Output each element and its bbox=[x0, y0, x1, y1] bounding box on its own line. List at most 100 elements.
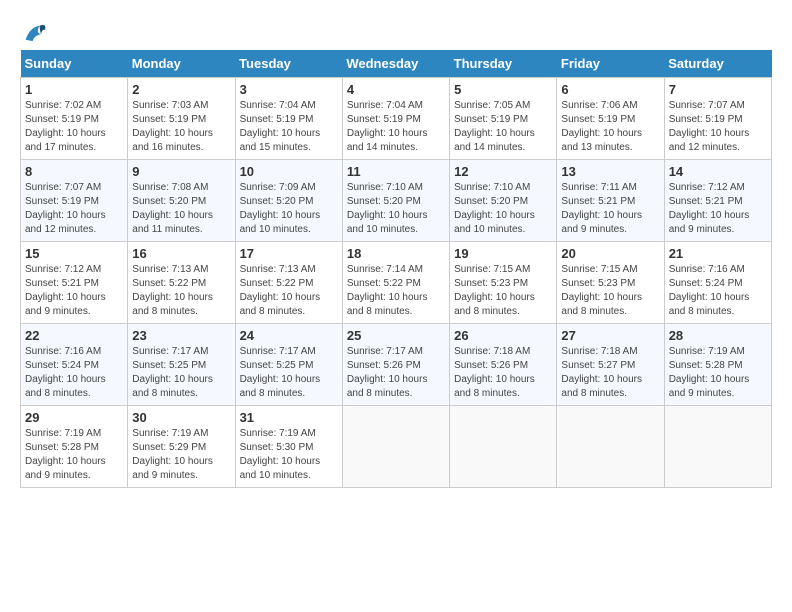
calendar-cell: 27 Sunrise: 7:18 AMSunset: 5:27 PMDayligh… bbox=[557, 324, 664, 406]
weekday-header-monday: Monday bbox=[128, 50, 235, 78]
day-info: Sunrise: 7:19 AMSunset: 5:28 PMDaylight:… bbox=[669, 345, 767, 401]
calendar-table: SundayMondayTuesdayWednesdayThursdayFrid… bbox=[20, 50, 772, 488]
day-number: 9 bbox=[132, 164, 230, 179]
day-number: 22 bbox=[25, 328, 123, 343]
day-number: 4 bbox=[347, 82, 445, 97]
day-info: Sunrise: 7:10 AMSunset: 5:20 PMDaylight:… bbox=[454, 181, 552, 237]
weekday-header-friday: Friday bbox=[557, 50, 664, 78]
logo-bird-icon bbox=[20, 20, 48, 44]
day-info: Sunrise: 7:06 AMSunset: 5:19 PMDaylight:… bbox=[561, 99, 659, 155]
day-info: Sunrise: 7:03 AMSunset: 5:19 PMDaylight:… bbox=[132, 99, 230, 155]
day-info: Sunrise: 7:07 AMSunset: 5:19 PMDaylight:… bbox=[25, 181, 123, 237]
day-info: Sunrise: 7:08 AMSunset: 5:20 PMDaylight:… bbox=[132, 181, 230, 237]
day-info: Sunrise: 7:02 AMSunset: 5:19 PMDaylight:… bbox=[25, 99, 123, 155]
calendar-cell: 26Sunrise: 7:18 AMSunset: 5:26 PMDayligh… bbox=[450, 324, 557, 406]
day-number: 11 bbox=[347, 164, 445, 179]
day-number: 20 bbox=[561, 246, 659, 261]
day-info: Sunrise: 7:17 AMSunset: 5:25 PMDaylight:… bbox=[132, 345, 230, 401]
page-header bbox=[20, 20, 772, 44]
day-info: Sunrise: 7:07 AMSunset: 5:19 PMDaylight:… bbox=[669, 99, 767, 155]
weekday-header-tuesday: Tuesday bbox=[235, 50, 342, 78]
day-number: 2 bbox=[132, 82, 230, 97]
calendar-cell: 12 Sunrise: 7:10 AMSunset: 5:20 PMDayligh… bbox=[450, 160, 557, 242]
calendar-week-row: 8 Sunrise: 7:07 AMSunset: 5:19 PMDaylight… bbox=[21, 160, 772, 242]
calendar-cell bbox=[342, 406, 449, 488]
calendar-cell: 30 Sunrise: 7:19 AMSunset: 5:29 PMDayligh… bbox=[128, 406, 235, 488]
calendar-cell: 8 Sunrise: 7:07 AMSunset: 5:19 PMDaylight… bbox=[21, 160, 128, 242]
day-info: Sunrise: 7:19 AMSunset: 5:28 PMDaylight:… bbox=[25, 427, 123, 483]
day-number: 17 bbox=[240, 246, 338, 261]
calendar-cell: 3Sunrise: 7:04 AMSunset: 5:19 PMDaylight… bbox=[235, 78, 342, 160]
weekday-header-saturday: Saturday bbox=[664, 50, 771, 78]
calendar-cell: 2 Sunrise: 7:03 AMSunset: 5:19 PMDaylight… bbox=[128, 78, 235, 160]
day-info: Sunrise: 7:19 AMSunset: 5:30 PMDaylight:… bbox=[240, 427, 338, 483]
calendar-cell: 19 Sunrise: 7:15 AMSunset: 5:23 PMDayligh… bbox=[450, 242, 557, 324]
day-info: Sunrise: 7:19 AMSunset: 5:29 PMDaylight:… bbox=[132, 427, 230, 483]
day-number: 12 bbox=[454, 164, 552, 179]
day-number: 15 bbox=[25, 246, 123, 261]
calendar-cell: 28Sunrise: 7:19 AMSunset: 5:28 PMDayligh… bbox=[664, 324, 771, 406]
day-number: 7 bbox=[669, 82, 767, 97]
logo bbox=[20, 20, 52, 44]
day-number: 10 bbox=[240, 164, 338, 179]
day-number: 27 bbox=[561, 328, 659, 343]
calendar-cell: 11 Sunrise: 7:10 AMSunset: 5:20 PMDayligh… bbox=[342, 160, 449, 242]
day-number: 19 bbox=[454, 246, 552, 261]
day-info: Sunrise: 7:17 AMSunset: 5:25 PMDaylight:… bbox=[240, 345, 338, 401]
day-number: 13 bbox=[561, 164, 659, 179]
calendar-cell: 24 Sunrise: 7:17 AMSunset: 5:25 PMDayligh… bbox=[235, 324, 342, 406]
calendar-cell bbox=[450, 406, 557, 488]
day-info: Sunrise: 7:17 AMSunset: 5:26 PMDaylight:… bbox=[347, 345, 445, 401]
day-number: 31 bbox=[240, 410, 338, 425]
calendar-week-row: 15 Sunrise: 7:12 AMSunset: 5:21 PMDayligh… bbox=[21, 242, 772, 324]
calendar-header-row: SundayMondayTuesdayWednesdayThursdayFrid… bbox=[21, 50, 772, 78]
day-info: Sunrise: 7:13 AMSunset: 5:22 PMDaylight:… bbox=[132, 263, 230, 319]
day-info: Sunrise: 7:15 AMSunset: 5:23 PMDaylight:… bbox=[561, 263, 659, 319]
calendar-week-row: 22 Sunrise: 7:16 AMSunset: 5:24 PMDayligh… bbox=[21, 324, 772, 406]
day-number: 29 bbox=[25, 410, 123, 425]
weekday-header-wednesday: Wednesday bbox=[342, 50, 449, 78]
weekday-header-sunday: Sunday bbox=[21, 50, 128, 78]
day-number: 21 bbox=[669, 246, 767, 261]
calendar-cell bbox=[664, 406, 771, 488]
calendar-cell: 13 Sunrise: 7:11 AMSunset: 5:21 PMDayligh… bbox=[557, 160, 664, 242]
day-info: Sunrise: 7:18 AMSunset: 5:27 PMDaylight:… bbox=[561, 345, 659, 401]
day-number: 24 bbox=[240, 328, 338, 343]
calendar-cell: 17Sunrise: 7:13 AMSunset: 5:22 PMDayligh… bbox=[235, 242, 342, 324]
day-info: Sunrise: 7:04 AMSunset: 5:19 PMDaylight:… bbox=[347, 99, 445, 155]
calendar-cell: 23Sunrise: 7:17 AMSunset: 5:25 PMDayligh… bbox=[128, 324, 235, 406]
day-number: 3 bbox=[240, 82, 338, 97]
day-number: 1 bbox=[25, 82, 123, 97]
day-info: Sunrise: 7:12 AMSunset: 5:21 PMDaylight:… bbox=[669, 181, 767, 237]
day-number: 16 bbox=[132, 246, 230, 261]
day-number: 8 bbox=[25, 164, 123, 179]
day-number: 14 bbox=[669, 164, 767, 179]
calendar-cell: 4 Sunrise: 7:04 AMSunset: 5:19 PMDaylight… bbox=[342, 78, 449, 160]
calendar-cell: 6 Sunrise: 7:06 AMSunset: 5:19 PMDaylight… bbox=[557, 78, 664, 160]
calendar-cell: 25 Sunrise: 7:17 AMSunset: 5:26 PMDayligh… bbox=[342, 324, 449, 406]
day-info: Sunrise: 7:10 AMSunset: 5:20 PMDaylight:… bbox=[347, 181, 445, 237]
calendar-cell: 9 Sunrise: 7:08 AMSunset: 5:20 PMDaylight… bbox=[128, 160, 235, 242]
day-number: 25 bbox=[347, 328, 445, 343]
calendar-week-row: 29 Sunrise: 7:19 AMSunset: 5:28 PMDayligh… bbox=[21, 406, 772, 488]
calendar-cell: 7 Sunrise: 7:07 AMSunset: 5:19 PMDaylight… bbox=[664, 78, 771, 160]
calendar-cell: 20 Sunrise: 7:15 AMSunset: 5:23 PMDayligh… bbox=[557, 242, 664, 324]
calendar-cell: 29 Sunrise: 7:19 AMSunset: 5:28 PMDayligh… bbox=[21, 406, 128, 488]
calendar-cell: 22 Sunrise: 7:16 AMSunset: 5:24 PMDayligh… bbox=[21, 324, 128, 406]
day-info: Sunrise: 7:15 AMSunset: 5:23 PMDaylight:… bbox=[454, 263, 552, 319]
calendar-cell: 15 Sunrise: 7:12 AMSunset: 5:21 PMDayligh… bbox=[21, 242, 128, 324]
calendar-cell: 1 Sunrise: 7:02 AMSunset: 5:19 PMDaylight… bbox=[21, 78, 128, 160]
day-number: 6 bbox=[561, 82, 659, 97]
day-number: 30 bbox=[132, 410, 230, 425]
day-info: Sunrise: 7:14 AMSunset: 5:22 PMDaylight:… bbox=[347, 263, 445, 319]
day-info: Sunrise: 7:12 AMSunset: 5:21 PMDaylight:… bbox=[25, 263, 123, 319]
day-info: Sunrise: 7:11 AMSunset: 5:21 PMDaylight:… bbox=[561, 181, 659, 237]
day-number: 5 bbox=[454, 82, 552, 97]
day-info: Sunrise: 7:05 AMSunset: 5:19 PMDaylight:… bbox=[454, 99, 552, 155]
day-info: Sunrise: 7:18 AMSunset: 5:26 PMDaylight:… bbox=[454, 345, 552, 401]
calendar-cell: 5 Sunrise: 7:05 AMSunset: 5:19 PMDaylight… bbox=[450, 78, 557, 160]
calendar-cell: 18Sunrise: 7:14 AMSunset: 5:22 PMDayligh… bbox=[342, 242, 449, 324]
day-info: Sunrise: 7:16 AMSunset: 5:24 PMDaylight:… bbox=[25, 345, 123, 401]
day-info: Sunrise: 7:16 AMSunset: 5:24 PMDaylight:… bbox=[669, 263, 767, 319]
calendar-week-row: 1 Sunrise: 7:02 AMSunset: 5:19 PMDaylight… bbox=[21, 78, 772, 160]
